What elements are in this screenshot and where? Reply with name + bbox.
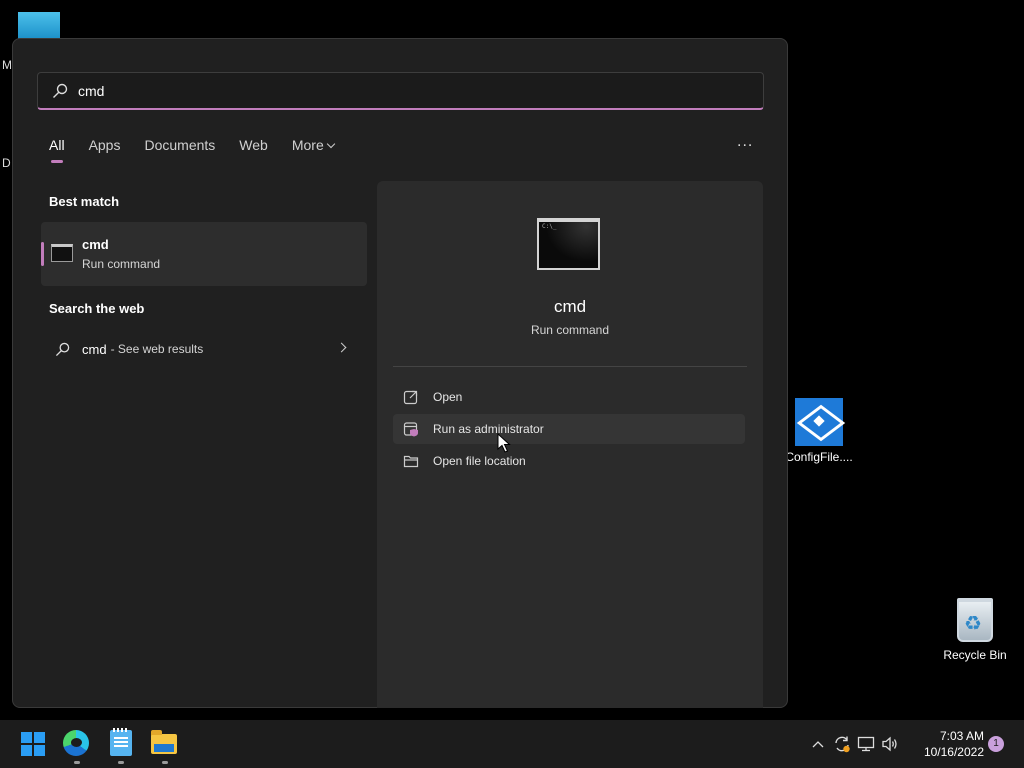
action-run-as-administrator[interactable]: Run as administrator (393, 414, 745, 444)
chevron-down-icon (326, 139, 335, 149)
chevron-up-icon (812, 741, 824, 748)
volume-icon (882, 736, 897, 752)
best-match-type: Run command (82, 257, 161, 271)
best-match-name: cmd (82, 237, 109, 252)
clock[interactable]: 7:03 AM 10/16/2022 (912, 728, 984, 760)
desktop-icon-configfile[interactable]: ConfigFile.... (784, 398, 854, 464)
tab-more-label: More (291, 137, 324, 153)
detail-app-name: cmd (553, 297, 587, 316)
taskbar-notepad[interactable] (107, 728, 135, 764)
running-indicator (162, 761, 168, 764)
taskbar: 7:03 AM 10/16/2022 1 (0, 720, 1024, 768)
sync-icon (835, 736, 850, 753)
notepad-icon (110, 728, 132, 756)
best-match-item[interactable]: cmd Run command (41, 222, 367, 286)
more-options-button[interactable]: ... (737, 133, 753, 151)
admin-shield-icon (403, 422, 418, 437)
action-label: Open (433, 390, 463, 404)
start-menu: All Apps Documents Web More ... Best mat… (12, 38, 788, 708)
chevron-right-icon (336, 342, 347, 353)
search-web-heading: Search the web (49, 301, 145, 316)
mouse-cursor-icon (497, 433, 511, 453)
tab-all[interactable]: All (49, 137, 65, 163)
desktop-icon-recycle-bin[interactable]: ♻ Recycle Bin (940, 598, 1010, 662)
network-button[interactable] (854, 720, 878, 768)
detail-app-type: Run command (530, 323, 610, 337)
action-label: Run as administrator (433, 422, 544, 436)
start-button[interactable] (19, 730, 47, 758)
web-search-query: cmd (82, 341, 107, 357)
windows-logo-icon (21, 732, 32, 743)
recycle-bin-icon: ♻ (957, 598, 993, 642)
desktop-icon-label-partial: D (2, 156, 11, 170)
tab-web[interactable]: Web (239, 137, 268, 153)
action-open[interactable]: Open (393, 382, 745, 412)
filter-tabs: All Apps Documents Web More (49, 137, 358, 163)
edge-icon (63, 730, 89, 756)
folder-icon (403, 455, 419, 468)
volume-button[interactable] (878, 720, 902, 768)
running-indicator (118, 761, 124, 764)
sync-status-button[interactable] (830, 720, 854, 768)
file-explorer-icon (151, 730, 177, 754)
divider (393, 366, 747, 367)
detail-pane: C:\_ cmd Run command Open Run as adminis… (377, 181, 763, 708)
search-box[interactable] (37, 72, 764, 110)
command-prompt-icon: C:\_ (537, 218, 600, 270)
web-search-suffix: - See web results (110, 342, 204, 356)
open-icon (403, 390, 418, 405)
desktop-icon-label-partial: M (2, 58, 12, 72)
desktop-icon-label: Recycle Bin (943, 648, 1007, 662)
windows-logo-icon (34, 745, 45, 756)
network-icon (857, 736, 875, 752)
tab-apps[interactable]: Apps (89, 137, 121, 153)
command-prompt-icon (51, 244, 73, 262)
search-icon (53, 83, 68, 98)
running-indicator (74, 761, 80, 764)
taskbar-edge[interactable] (63, 730, 91, 764)
clock-date: 10/16/2022 (923, 745, 984, 759)
windows-logo-icon (21, 745, 32, 756)
search-input[interactable] (78, 82, 678, 99)
action-open-file-location[interactable]: Open file location (393, 446, 745, 476)
notification-badge[interactable]: 1 (988, 736, 1004, 752)
clock-time: 7:03 AM (939, 729, 984, 743)
taskbar-file-explorer[interactable] (151, 730, 179, 764)
web-search-item[interactable]: cmd - See web results (41, 331, 367, 367)
desktop-icon-partial[interactable] (18, 12, 60, 40)
search-icon (55, 342, 70, 356)
windows-logo-icon (34, 732, 45, 743)
system-tray (806, 720, 902, 768)
show-hidden-icons-button[interactable] (806, 720, 830, 768)
config-file-icon (795, 398, 843, 446)
action-label: Open file location (433, 454, 526, 468)
tab-documents[interactable]: Documents (144, 137, 215, 153)
desktop-icon-label: ConfigFile.... (785, 450, 853, 464)
best-match-heading: Best match (49, 194, 120, 209)
tab-more[interactable]: More (291, 137, 335, 153)
